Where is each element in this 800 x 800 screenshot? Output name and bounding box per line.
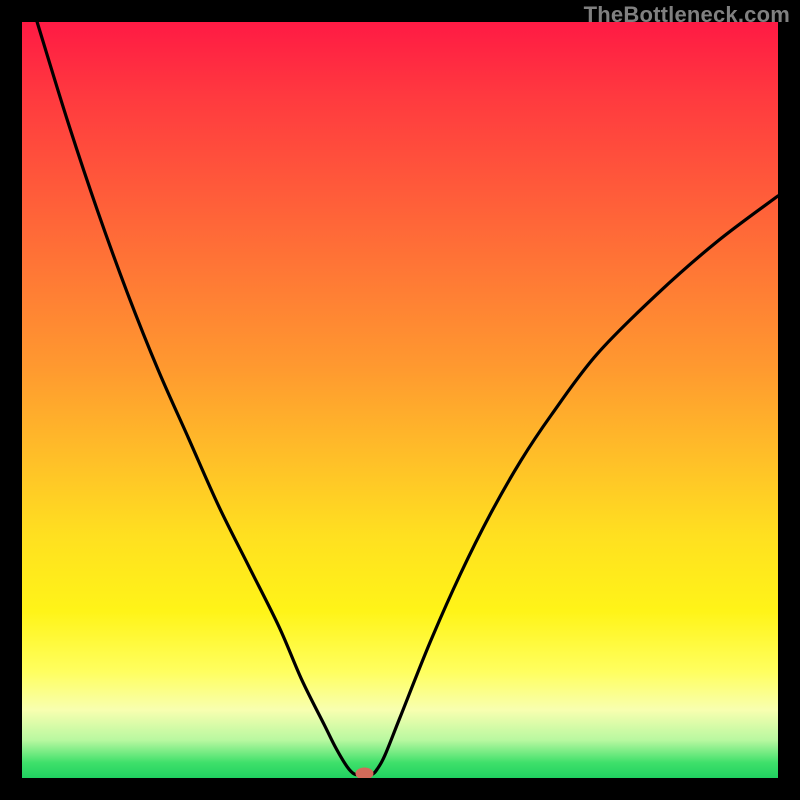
bottleneck-curve <box>37 22 778 775</box>
frame-black: TheBottleneck.com <box>0 0 800 800</box>
curve-svg <box>22 22 778 778</box>
attribution-text: TheBottleneck.com <box>584 2 790 28</box>
minimum-marker <box>355 767 373 778</box>
